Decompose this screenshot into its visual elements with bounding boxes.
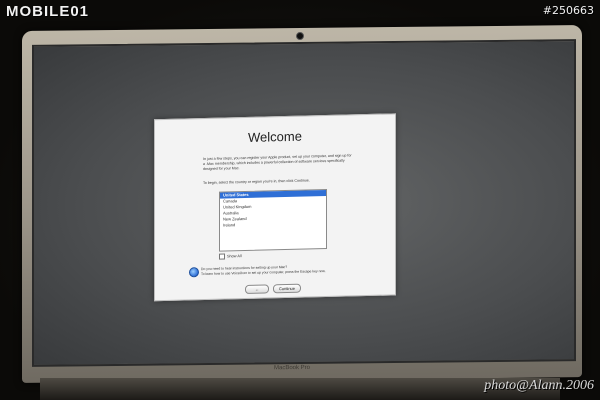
- voiceover-icon: [189, 267, 199, 278]
- laptop-lid: Welcome In just a few steps, you can reg…: [22, 25, 582, 383]
- back-button[interactable]: ←: [245, 284, 269, 295]
- dialog-title: Welcome: [248, 128, 302, 145]
- show-all-option[interactable]: Show All: [219, 253, 242, 260]
- instruction-text: To begin, select the country or region y…: [203, 178, 310, 186]
- intro-text: In just a few steps, you can register yo…: [203, 153, 352, 172]
- photo-credit: photo@Alann.2006: [484, 378, 594, 393]
- screen: Welcome In just a few steps, you can reg…: [32, 39, 576, 367]
- welcome-dialog: Welcome In just a few steps, you can reg…: [154, 113, 396, 302]
- country-list[interactable]: United States Canada United Kingdom Aust…: [219, 189, 327, 252]
- camera-icon: [296, 31, 304, 41]
- watermark-logo: MOBILE01: [6, 3, 90, 20]
- keyboard-edge: [40, 378, 560, 400]
- photo: MOBILE01 #250663 Welcome In just a few s…: [0, 0, 600, 400]
- photo-id: #250663: [542, 4, 594, 17]
- continue-button[interactable]: Continue: [273, 283, 301, 294]
- show-all-label: Show All: [227, 254, 242, 259]
- show-all-checkbox[interactable]: [219, 253, 225, 260]
- laptop-model-label: MacBook Pro: [274, 364, 311, 372]
